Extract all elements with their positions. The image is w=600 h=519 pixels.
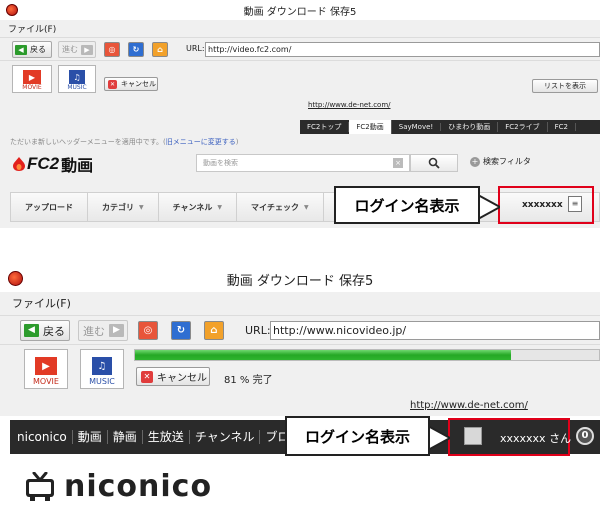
window-title: 動画 ダウンロード 保存5 [226,273,374,289]
fc2-search-button[interactable] [410,154,458,172]
plus-circle-icon: + [470,156,480,167]
refresh-icon[interactable]: ↻ [171,321,191,340]
cancel-x-icon: ✕ [108,79,117,89]
movie-icon: ▶ [23,70,41,84]
back-button[interactable]: ◀ 戻る [12,41,52,58]
music-icon: ♫ [92,357,112,375]
old-menu-link[interactable]: 旧メニューに変更する [166,138,236,146]
points-badge[interactable]: 0 [576,427,594,445]
back-arrow-icon: ◀ [15,44,27,55]
user-card-icon[interactable]: ≡ [568,196,582,212]
download-progress-fill [135,350,511,360]
stop-icon[interactable]: ◎ [138,321,158,340]
nico-username[interactable]: xxxxxxx さん [500,430,571,446]
url-input[interactable]: http://video.fc2.com/ [205,42,600,57]
stop-icon[interactable]: ◎ [104,42,120,57]
menu-channel[interactable]: チャンネル ▼ [159,192,238,222]
nico-nav-live[interactable]: 生放送 [143,430,190,444]
fc2-header-notice: ただいま新しいヘッダーメニューを適用中です。(旧メニューに変更する) [10,138,239,146]
fc2-search-input[interactable]: 動画を検索 × [196,154,410,172]
chevron-down-icon: ▼ [217,203,223,211]
search-filter-link[interactable]: + 検索フィルタ [470,156,531,167]
chevron-down-icon: ▼ [139,203,144,211]
forward-button[interactable]: 進む ▶ [58,41,96,58]
menu-mycheck[interactable]: マイチェック ▼ [237,192,324,222]
url-label: URL: [245,324,271,337]
fc2-nav-top[interactable]: FC2トップ [300,122,350,132]
nico-nav-video[interactable]: 動画 [73,430,108,444]
de-net-link[interactable]: http://www.de-net.com/ [308,101,391,109]
movie-button[interactable]: ▶ MOVIE [24,349,68,389]
top-menu-bar: ファイル(F) [0,20,600,36]
cancel-button[interactable]: ✕ キャンセル [104,77,158,91]
de-net-link[interactable]: http://www.de-net.com/ [410,400,528,411]
url-input[interactable]: http://www.nicovideo.jp/ [270,321,600,340]
chevron-down-icon: ▼ [304,203,309,211]
cancel-x-icon: ✕ [141,370,153,383]
niconico-tv-icon [26,472,54,501]
cancel-button[interactable]: ✕ キャンセル [136,367,210,386]
home-icon[interactable]: ⌂ [204,321,224,340]
download-progress-bar [134,349,600,361]
back-button[interactable]: ◀ 戻る [20,320,70,341]
file-menu[interactable]: ファイル(F) [0,22,64,35]
nico-nav-niconico[interactable]: niconico [10,430,73,444]
nico-nav-channel[interactable]: チャンネル [190,430,261,444]
bottom-title-bar: 動画 ダウンロード 保存5 [0,266,600,292]
file-menu[interactable]: ファイル(F) [0,295,79,311]
fc2-username[interactable]: xxxxxxx [522,200,563,210]
user-avatar[interactable] [464,427,482,445]
menu-upload[interactable]: アップロード [11,192,88,222]
url-label: URL: [186,44,205,53]
callout-pointer-bottom [428,424,450,452]
music-icon: ♫ [69,70,85,84]
forward-arrow-icon: ▶ [109,324,124,337]
bottom-app-window: 動画 ダウンロード 保存5 ファイル(F) ◀ 戻る 進む ▶ ◎ ↻ ⌂ UR… [0,266,600,416]
show-list-button[interactable]: リストを表示 [532,79,598,93]
forward-button[interactable]: 進む ▶ [78,320,128,341]
movie-icon: ▶ [35,357,57,375]
search-icon [428,157,440,169]
nico-nav-seiga[interactable]: 静画 [108,430,143,444]
music-button[interactable]: ♫ MUSIC [58,65,96,93]
fc2-logo-mark-icon [13,157,25,171]
menu-category[interactable]: カテゴリ ▼ [88,192,159,222]
top-toolbar: ◀ 戻る 進む ▶ ◎ ↻ ⌂ URL: http://video.fc2.co… [0,37,600,61]
bottom-download-bar: ▶ MOVIE ♫ MUSIC ✕ キャンセル 81 % 完了 [0,346,600,394]
movie-button[interactable]: ▶ MOVIE [12,65,52,93]
fc2-nav-video[interactable]: FC2動画 [349,120,392,134]
login-name-callout-bottom: ログイン名表示 [285,416,430,456]
bottom-menu-bar: ファイル(F) [0,292,600,314]
callout-pointer-top [478,193,500,221]
home-icon[interactable]: ⌂ [152,42,168,57]
fc2-nav-more[interactable]: FC2 [548,123,576,131]
bottom-toolbar: ◀ 戻る 進む ▶ ◎ ↻ ⌂ URL: http://www.nicovide… [0,315,600,345]
app-icon [8,271,23,286]
fc2-nav-live[interactable]: FC2ライブ [498,122,548,132]
fc2-logo[interactable]: FC2 動画 [12,152,93,176]
app-icon [6,4,18,16]
login-name-callout-top: ログイン名表示 [334,186,480,224]
window-title: 動画 ダウンロード 保存5 [243,6,357,18]
fc2-nav-saymove[interactable]: SayMove! [392,123,442,131]
back-arrow-icon: ◀ [24,324,39,337]
fc2-nav-himawari[interactable]: ひまわり動画 [441,122,499,132]
top-title-bar: 動画 ダウンロード 保存5 [0,0,600,20]
top-download-bar: ▶ MOVIE ♫ MUSIC ✕ キャンセル リストを表示 [0,62,600,96]
search-clear-icon[interactable]: × [393,158,403,168]
niconico-logo[interactable]: niconico [24,470,212,504]
refresh-icon[interactable]: ↻ [128,42,144,57]
forward-arrow-icon: ▶ [81,44,93,55]
progress-status: 81 % 完了 [224,375,273,386]
music-button[interactable]: ♫ MUSIC [80,349,124,389]
fc2-service-nav: FC2トップ FC2動画 SayMove! ひまわり動画 FC2ライブ FC2 [300,120,600,134]
